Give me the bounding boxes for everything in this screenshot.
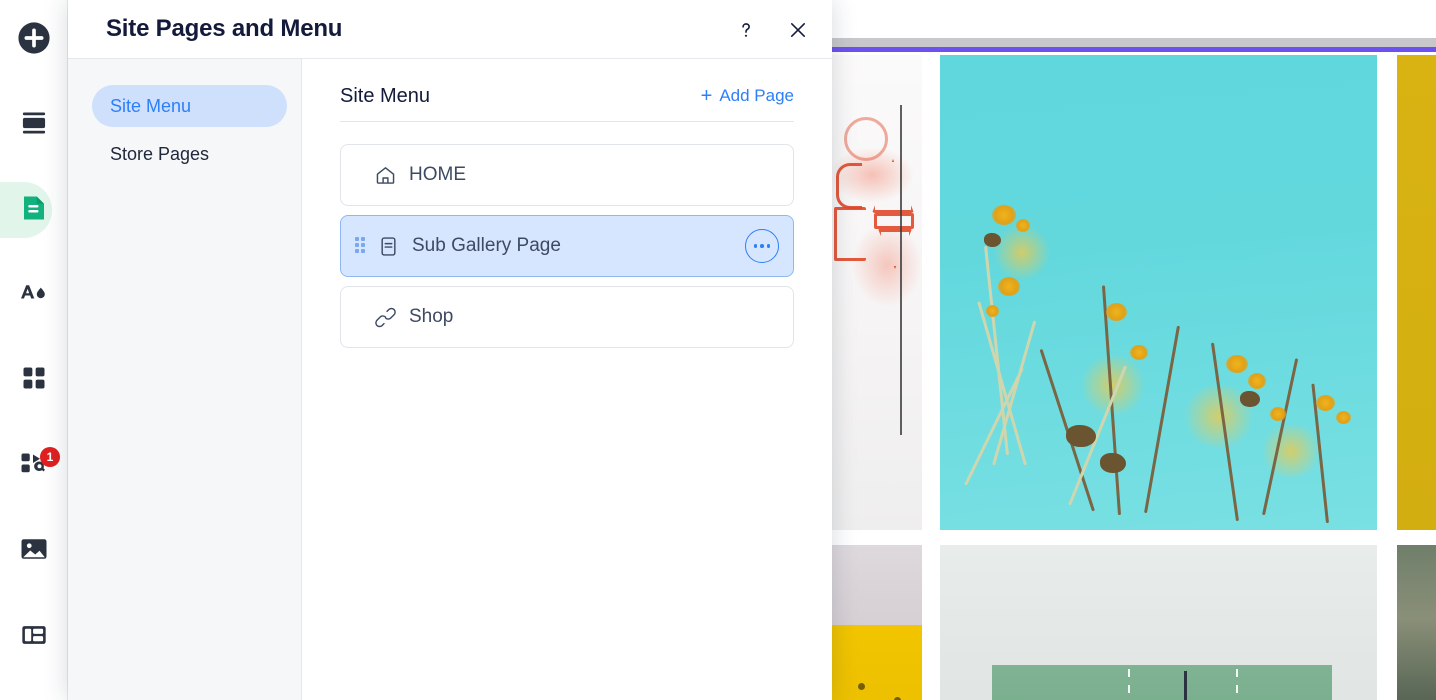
- close-button[interactable]: [784, 16, 812, 44]
- sidebar-item-store-pages[interactable]: Store Pages: [92, 133, 287, 175]
- sidebar-item-site-menu[interactable]: Site Menu: [92, 85, 287, 127]
- add-page-button[interactable]: + Add Page: [701, 86, 794, 106]
- panel-side-nav: Site Menu Store Pages: [68, 59, 302, 700]
- layout-grid-icon: [20, 622, 48, 653]
- rail-item-design[interactable]: [0, 267, 68, 323]
- plus-circle-icon: [17, 21, 51, 60]
- court-surface: [992, 665, 1332, 700]
- panel-body: Site Menu Store Pages Site Menu + Add Pa…: [68, 59, 832, 700]
- four-squares-icon: [20, 364, 48, 397]
- page-row-label: Sub Gallery Page: [412, 235, 561, 256]
- sidebar-item-label: Site Menu: [110, 95, 192, 116]
- question-mark-icon: [742, 22, 750, 37]
- rail-item-pages[interactable]: [0, 182, 68, 238]
- rail-item-layout[interactable]: [0, 609, 68, 665]
- page-document-icon: [376, 234, 400, 258]
- apps-notification-badge: 1: [40, 447, 60, 467]
- close-icon: [790, 22, 806, 37]
- section-title: Site Menu: [340, 85, 431, 107]
- page-row-sub-gallery-page[interactable]: Sub Gallery Page: [340, 215, 794, 277]
- page-list: HOME Sub Gallery Page Shop: [340, 122, 794, 348]
- sections-icon: [20, 109, 48, 142]
- image-icon: [19, 535, 49, 568]
- rail-item-sections[interactable]: [0, 97, 68, 153]
- editor-left-rail: 1: [0, 0, 68, 700]
- page-row-label: HOME: [409, 164, 466, 185]
- site-editor-canvas: [832, 0, 1436, 700]
- panel-header-actions: [732, 0, 812, 59]
- plus-icon: +: [700, 85, 713, 107]
- main-section-header: Site Menu + Add Page: [340, 85, 794, 122]
- editor-accent-line: [832, 47, 1436, 52]
- gallery-tile-landscape-strip[interactable]: [1397, 545, 1436, 700]
- panel-main-content: Site Menu + Add Page HOME Sub Gallery Pa…: [302, 59, 832, 700]
- text-and-color-icon: [19, 279, 49, 312]
- page-row-home[interactable]: HOME: [340, 144, 794, 206]
- drag-handle-icon[interactable]: [355, 237, 367, 255]
- gallery-tile-neon-sign[interactable]: [832, 55, 922, 530]
- site-pages-panel: Site Pages and Menu Site Menu Store Page…: [68, 0, 832, 700]
- rail-item-media[interactable]: [0, 523, 68, 579]
- rail-item-elements[interactable]: [0, 352, 68, 408]
- pages-document-icon: [19, 193, 49, 228]
- page-row-more-options-button[interactable]: [745, 229, 779, 263]
- app-root: 1 Site Pages and Menu Site Menu Store Pa…: [0, 0, 1436, 700]
- link-icon: [373, 305, 397, 329]
- gallery-grid: [832, 55, 1436, 700]
- sidebar-item-label: Store Pages: [110, 143, 210, 164]
- gallery-tile-tennis-court[interactable]: [940, 545, 1377, 700]
- page-row-label: Shop: [409, 306, 454, 327]
- home-icon: [373, 163, 397, 187]
- panel-header: Site Pages and Menu: [68, 0, 832, 59]
- gallery-tile-yellow-cloth[interactable]: [832, 545, 922, 700]
- page-row-shop[interactable]: Shop: [340, 286, 794, 348]
- editor-toolbar-strip: [832, 38, 1436, 47]
- rail-item-apps[interactable]: 1: [0, 437, 68, 493]
- help-button[interactable]: [732, 16, 760, 44]
- rail-item-add[interactable]: [0, 12, 68, 68]
- page-title: Site Pages and Menu: [106, 15, 343, 42]
- gallery-tile-yellow-strip[interactable]: [1397, 55, 1436, 530]
- add-page-label: Add Page: [719, 86, 794, 105]
- gallery-tile-wildflowers[interactable]: [940, 55, 1377, 530]
